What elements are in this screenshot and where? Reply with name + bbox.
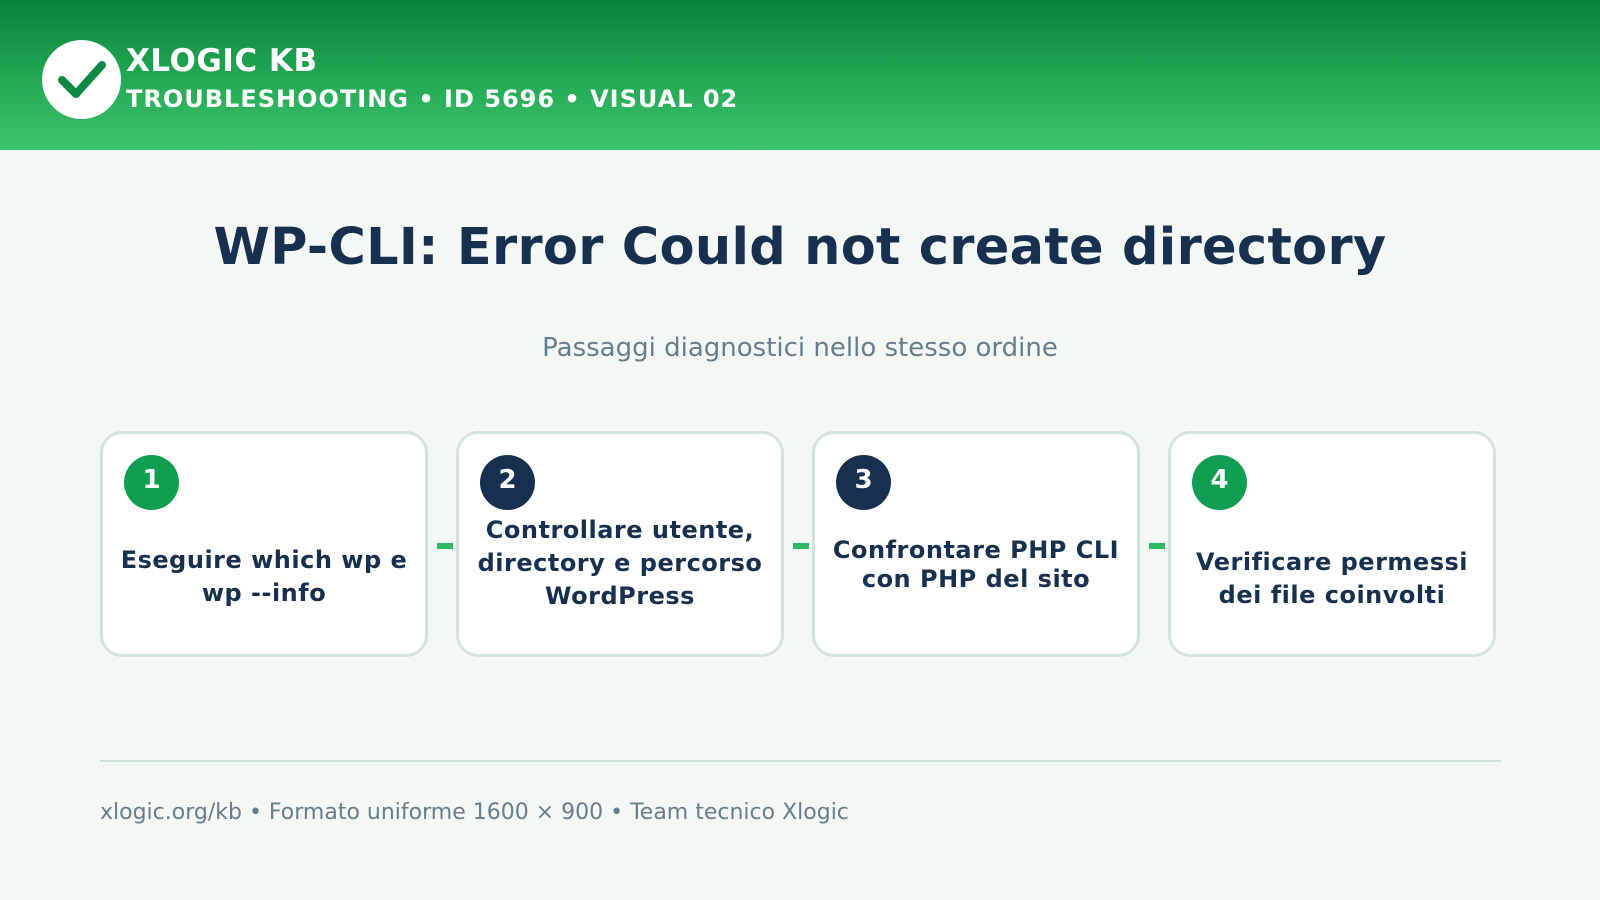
brand-name: XLOGIC KB bbox=[126, 43, 318, 79]
step-card-3: 3 Confrontare PHP CLI con PHP del sito bbox=[812, 431, 1140, 657]
page-subtitle: Passaggi diagnostici nello stesso ordine bbox=[542, 333, 1058, 363]
step-connector bbox=[793, 543, 809, 549]
step-number-badge: 3 bbox=[836, 455, 891, 510]
step-number-badge: 2 bbox=[480, 455, 535, 510]
step-connector bbox=[437, 543, 453, 549]
step-card-2: 2 Controllare utente, directory e percor… bbox=[456, 431, 784, 657]
check-icon bbox=[58, 61, 106, 98]
step-text: Verificare permessi dei file coinvolti bbox=[1195, 548, 1469, 609]
page-title: WP-CLI: Error Could not create directory bbox=[213, 218, 1387, 277]
header-subtitle: TROUBLESHOOTING • ID 5696 • VISUAL 02 bbox=[126, 85, 739, 113]
step-card-4: 4 Verificare permessi dei file coinvolti bbox=[1168, 431, 1496, 657]
step-card-1: 1 Eseguire which wp e wp --info bbox=[100, 431, 428, 657]
step-text: Controllare utente, directory e percorso… bbox=[477, 516, 763, 610]
step-text: Confrontare PHP CLI con PHP del sito bbox=[832, 536, 1120, 593]
step-number-badge: 4 bbox=[1192, 455, 1247, 510]
footer-divider bbox=[100, 760, 1501, 762]
header-banner: XLOGIC KB TROUBLESHOOTING • ID 5696 • VI… bbox=[0, 0, 1600, 150]
step-number-badge: 1 bbox=[124, 455, 179, 510]
step-connector bbox=[1149, 543, 1165, 549]
step-text: Eseguire which wp e wp --info bbox=[120, 546, 408, 607]
logo bbox=[42, 40, 121, 119]
footer-text: xlogic.org/kb • Formato uniforme 1600 × … bbox=[100, 800, 849, 825]
